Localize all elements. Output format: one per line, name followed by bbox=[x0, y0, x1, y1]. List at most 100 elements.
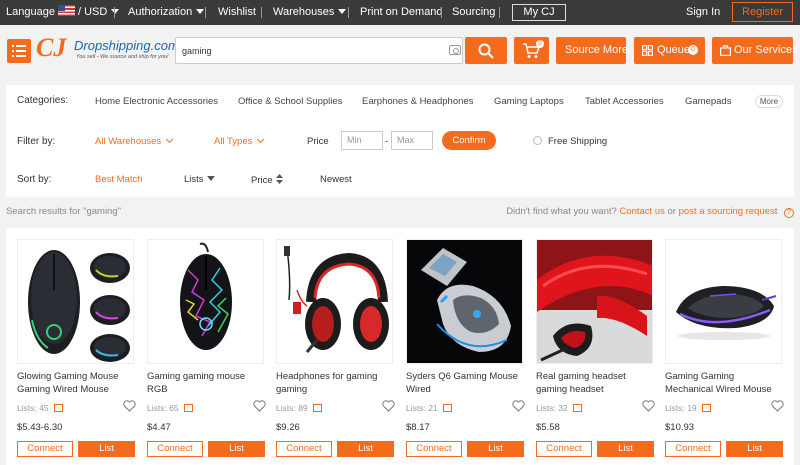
product-card[interactable]: Syders Q6 Gaming Mouse Wired Lists: 21 $… bbox=[406, 239, 525, 465]
product-title[interactable]: Headphones for gaming gaming bbox=[276, 370, 393, 396]
my-cj-button[interactable]: My CJ bbox=[512, 4, 566, 21]
search-input[interactable] bbox=[182, 43, 432, 58]
main-header: CJ Dropshipping.com You sell - We source… bbox=[0, 25, 800, 77]
sort-best-match[interactable]: Best Match bbox=[95, 174, 143, 185]
category-office-school[interactable]: Office & School Supplies bbox=[238, 96, 342, 107]
queue-button[interactable]: Queue 0 bbox=[634, 37, 705, 64]
price-max-input[interactable]: Max bbox=[391, 131, 433, 150]
menu-button[interactable] bbox=[7, 39, 31, 63]
our-services-button[interactable]: Our Services bbox=[712, 37, 798, 64]
print-on-demand-link[interactable]: Print on Demand bbox=[360, 0, 443, 25]
caret-down-icon bbox=[206, 176, 215, 181]
product-card[interactable]: Real gaming headset gaming headset Lists… bbox=[536, 239, 655, 465]
register-button[interactable]: Register bbox=[732, 2, 793, 22]
heart-icon[interactable] bbox=[642, 400, 655, 412]
product-title[interactable]: Gaming gaming mouse RGB bbox=[147, 370, 264, 396]
heart-icon[interactable] bbox=[123, 400, 136, 412]
product-card[interactable]: Gaming gaming mouse RGB Lists: 65 $4.47 … bbox=[147, 239, 266, 465]
product-lists-count: Lists: 65 bbox=[147, 403, 193, 413]
contact-us-link[interactable]: Contact us bbox=[619, 206, 664, 217]
headphones-image bbox=[277, 240, 392, 363]
warehouse-filter-dropdown[interactable]: All Warehouses bbox=[95, 135, 174, 147]
category-gamepads[interactable]: Gamepads bbox=[685, 96, 731, 107]
warehouse-icon bbox=[442, 404, 452, 412]
search-icon bbox=[478, 43, 494, 59]
heart-icon[interactable] bbox=[771, 400, 784, 412]
connect-button[interactable]: Connect bbox=[17, 441, 73, 457]
results-bar: Search results for "gaming" Didn't find … bbox=[6, 206, 794, 218]
list-button[interactable]: List bbox=[78, 441, 135, 457]
divider bbox=[205, 7, 206, 18]
language-selector[interactable]: Language / USD bbox=[6, 0, 120, 25]
mechanical-mouse-image bbox=[666, 240, 781, 363]
product-price: $4.47 bbox=[147, 422, 171, 433]
queue-icon bbox=[642, 45, 653, 56]
connect-button[interactable]: Connect bbox=[147, 441, 203, 457]
price-min-input[interactable]: Min bbox=[341, 131, 383, 150]
sort-price[interactable]: Price bbox=[251, 174, 283, 186]
category-tablet-accessories[interactable]: Tablet Accessories bbox=[585, 96, 664, 107]
list-button[interactable]: List bbox=[337, 441, 394, 457]
list-button[interactable]: List bbox=[208, 441, 265, 457]
post-sourcing-request-link[interactable]: post a sourcing request bbox=[679, 206, 778, 217]
chevron-down-icon bbox=[338, 9, 347, 14]
product-title[interactable]: Gaming Gaming Mechanical Wired Mouse bbox=[665, 370, 782, 396]
warehouses-menu[interactable]: Warehouses bbox=[273, 0, 347, 25]
connect-button[interactable]: Connect bbox=[665, 441, 721, 457]
cart-button[interactable]: 0 bbox=[514, 37, 549, 64]
confirm-price-button[interactable]: Confirm bbox=[442, 131, 496, 150]
heart-icon[interactable] bbox=[382, 400, 395, 412]
category-home-electronic[interactable]: Home Electronic Accessories bbox=[95, 96, 218, 107]
sign-in-link[interactable]: Sign In bbox=[686, 0, 720, 25]
product-image[interactable] bbox=[147, 239, 264, 364]
heart-icon[interactable] bbox=[512, 400, 525, 412]
product-image[interactable] bbox=[406, 239, 523, 364]
sourcing-link[interactable]: Sourcing bbox=[452, 0, 495, 25]
connect-button[interactable]: Connect bbox=[406, 441, 462, 457]
product-title[interactable]: Syders Q6 Gaming Mouse Wired bbox=[406, 370, 523, 396]
list-button[interactable]: List bbox=[467, 441, 524, 457]
help-icon[interactable]: ? bbox=[784, 208, 794, 218]
product-title[interactable]: Real gaming headset gaming headset bbox=[536, 370, 653, 396]
lists-count-text: Lists: 45 bbox=[17, 403, 49, 413]
product-image[interactable] bbox=[536, 239, 653, 364]
product-image[interactable] bbox=[665, 239, 782, 364]
results-summary: Search results for "gaming" bbox=[6, 206, 121, 217]
product-lists-count: Lists: 45 bbox=[17, 403, 63, 413]
chevron-down-icon bbox=[196, 9, 205, 14]
list-button[interactable]: List bbox=[726, 441, 783, 457]
lists-count-text: Lists: 32 bbox=[536, 403, 568, 413]
sort-lists[interactable]: Lists bbox=[184, 174, 215, 185]
heart-icon[interactable] bbox=[253, 400, 266, 412]
product-price: $9.26 bbox=[276, 422, 300, 433]
list-button[interactable]: List bbox=[597, 441, 654, 457]
type-filter-dropdown[interactable]: All Types bbox=[214, 135, 265, 147]
product-image[interactable] bbox=[276, 239, 393, 364]
free-shipping-radio[interactable] bbox=[533, 136, 542, 145]
sort-newest[interactable]: Newest bbox=[320, 174, 352, 185]
product-card[interactable]: Glowing Gaming Mouse Gaming Wired Mouse … bbox=[17, 239, 136, 465]
more-categories-button[interactable]: More bbox=[755, 95, 783, 108]
warehouse-icon bbox=[312, 404, 322, 412]
camera-icon[interactable] bbox=[449, 45, 461, 55]
authorization-menu[interactable]: Authorization bbox=[128, 0, 205, 25]
product-image[interactable] bbox=[17, 239, 134, 364]
sort-lists-label: Lists bbox=[184, 174, 204, 185]
lists-count-text: Lists: 65 bbox=[147, 403, 179, 413]
product-lists-count: Lists: 19 bbox=[665, 403, 711, 413]
product-card[interactable]: Headphones for gaming gaming Lists: 89 $… bbox=[276, 239, 395, 465]
category-gaming-laptops[interactable]: Gaming Laptops bbox=[494, 96, 564, 107]
search-button[interactable] bbox=[465, 37, 507, 64]
us-flag-icon bbox=[57, 5, 75, 16]
cj-logo[interactable]: CJ Dropshipping.com You sell - We source… bbox=[36, 33, 179, 67]
source-more-button[interactable]: Source More bbox=[556, 37, 628, 64]
connect-button[interactable]: Connect bbox=[276, 441, 332, 457]
sort-arrows-icon bbox=[275, 174, 283, 184]
category-earphones[interactable]: Earphones & Headphones bbox=[362, 96, 473, 107]
connect-button[interactable]: Connect bbox=[536, 441, 592, 457]
wishlist-link[interactable]: Wishlist bbox=[218, 0, 256, 25]
q6-mouse-image bbox=[407, 240, 522, 363]
product-card[interactable]: Gaming Gaming Mechanical Wired Mouse Lis… bbox=[665, 239, 784, 465]
free-shipping-label[interactable]: Free Shipping bbox=[548, 136, 607, 147]
product-title[interactable]: Glowing Gaming Mouse Gaming Wired Mouse bbox=[17, 370, 134, 396]
